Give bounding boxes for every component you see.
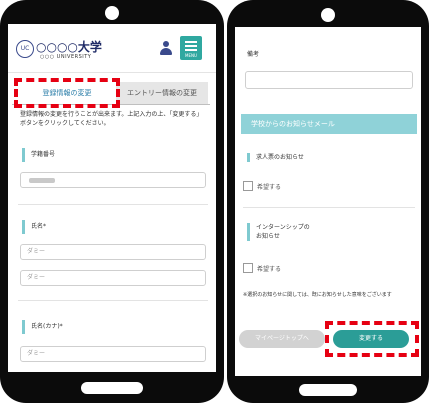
university-name: ○○○○大学 [36,40,102,54]
surname-field[interactable]: ダミー [20,244,206,260]
camera [321,8,335,22]
job-notice-label: 求人票のお知らせ [247,153,304,162]
screen-left: UC ○○○○大学 ○○○ UNIVERSITY MENU 登録情報の変更 エン… [8,24,216,372]
student-number-field [20,172,206,188]
mypage-top-button[interactable]: マイページトップへ [239,330,325,348]
remarks-label: 備考 [247,51,260,58]
phone-right: 備考 学校からのお知らせメール 求人票のお知らせ 希望する インターンシップの … [227,0,429,403]
name-kana-field[interactable]: ダミー [20,346,206,362]
menu-button[interactable]: MENU [180,36,202,60]
tab-entry-info[interactable]: エントリー情報の変更 [116,82,208,104]
divider [18,300,208,301]
phone-left: UC ○○○○大学 ○○○ UNIVERSITY MENU 登録情報の変更 エン… [0,0,224,403]
divider [18,204,208,205]
job-notice-checkbox[interactable] [243,181,253,191]
home-button [299,384,357,396]
internship-notice-checkbox-label: 希望する [257,266,282,273]
internship-notice-label: インターンシップの お知らせ [247,223,310,241]
job-notice-checkbox-label: 希望する [257,184,282,191]
footnote: ※選択のお知らせに関しては、既にお知らせした意味をございます [243,292,392,298]
given-name-field[interactable]: ダミー [20,270,206,286]
section-title: 学校からのお知らせメール [241,114,417,134]
divider [243,207,415,208]
instruction-text: 登録情報の変更を行うことが出来ます。上記入力の上、「変更する」ボタンをクリックし… [20,111,203,127]
home-button [81,382,143,394]
app-header: UC ○○○○大学 ○○○ UNIVERSITY MENU [8,24,216,73]
camera [105,6,119,20]
remarks-field[interactable] [245,71,413,89]
menu-label: MENU [185,53,197,58]
internship-notice-checkbox[interactable] [243,263,253,273]
university-logo-icon: UC [16,40,34,58]
university-subtitle: ○○○ UNIVERSITY [40,54,92,60]
screen-right: 備考 学校からのお知らせメール 求人票のお知らせ 希望する インターンシップの … [235,27,421,376]
highlight-submit-box [325,321,419,357]
highlight-tab-box [14,78,120,108]
user-icon[interactable] [160,41,172,55]
student-number-label: 学籍番号 [22,148,55,162]
name-label: 氏名* [22,220,46,234]
name-kana-label: 氏名(カナ)* [22,320,63,334]
